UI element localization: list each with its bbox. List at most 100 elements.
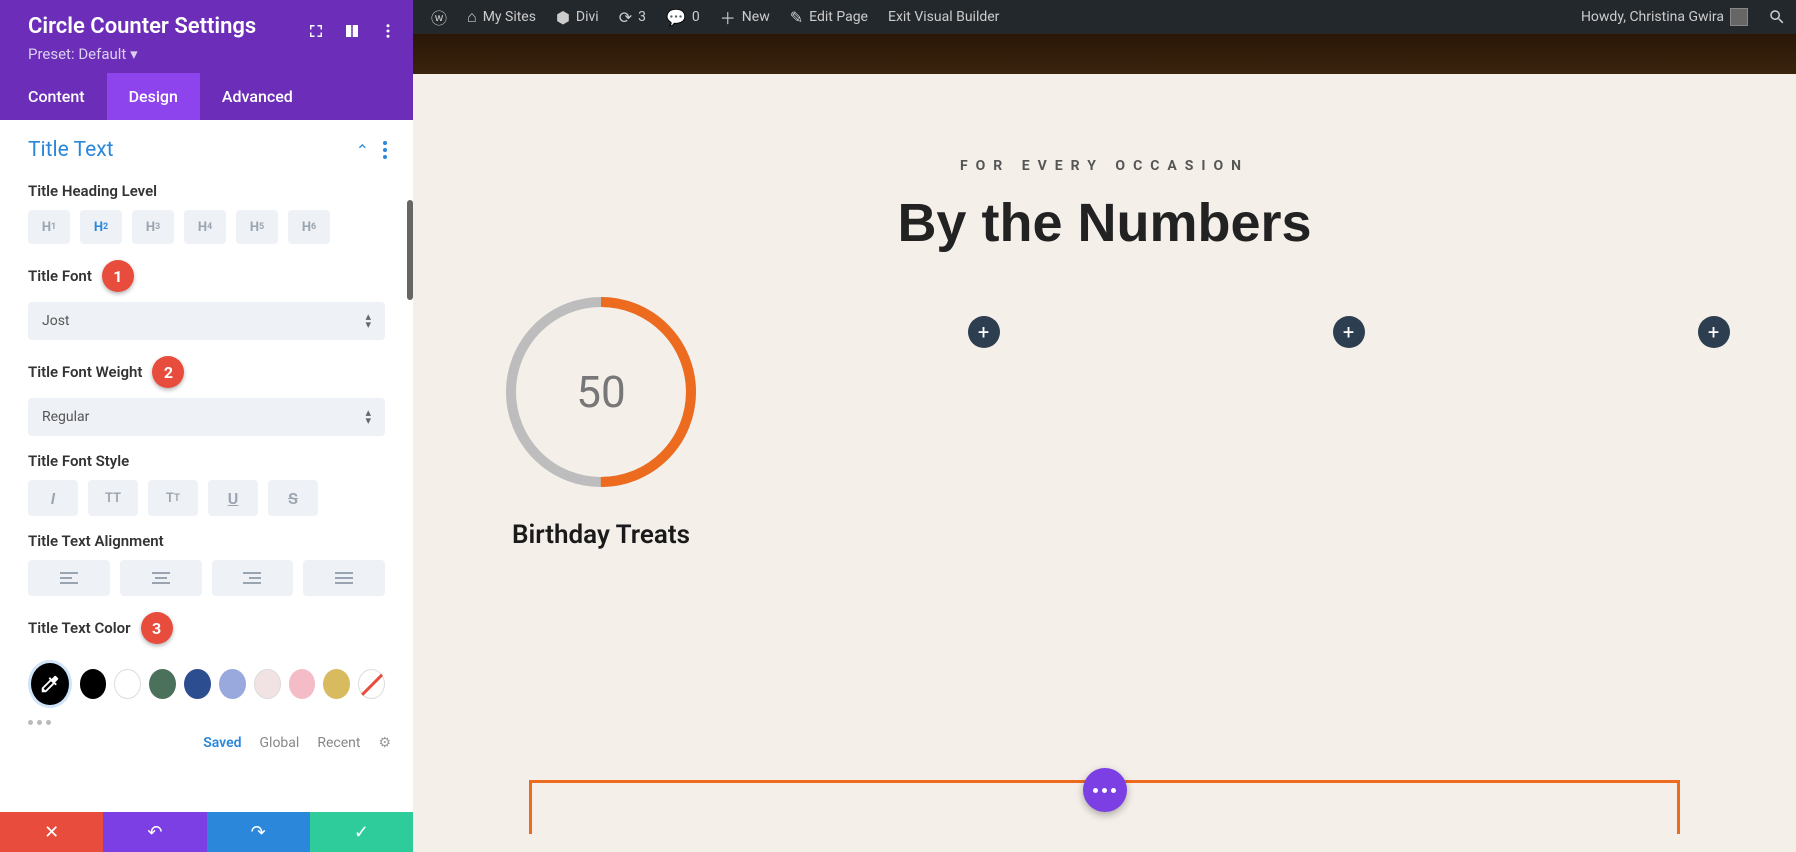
comments-link[interactable]: 💬0 [656,0,710,34]
add-module-button[interactable]: + [1333,316,1365,348]
heading-h4[interactable]: H4 [184,210,226,244]
color-swatch-blush[interactable] [254,669,281,699]
comments-count: 0 [692,9,700,25]
sidebar-header: Circle Counter Settings Preset: Default … [0,0,413,73]
color-swatch-black[interactable] [80,669,107,699]
align-right[interactable] [212,560,294,596]
settings-body: Title Text ⌃ Title Heading Level H1 H2 H… [0,120,413,812]
heading-h5[interactable]: H5 [236,210,278,244]
chevron-down-icon: ▾ [130,45,138,63]
title-font-value: Jost [42,313,70,329]
color-swatch-pink[interactable] [289,669,316,699]
color-swatch-green[interactable] [149,669,176,699]
color-swatch-white[interactable] [114,669,141,699]
undo-button[interactable]: ↶ [103,812,206,852]
heading-level-label: Title Heading Level [28,182,385,200]
color-swatch-navy[interactable] [184,669,211,699]
collapse-icon[interactable]: ⌃ [356,141,369,160]
color-swatch-none[interactable] [358,669,385,699]
tab-content[interactable]: Content [0,73,107,120]
divi-label: Divi [576,9,599,25]
style-underline[interactable]: U [208,480,258,516]
section-title-text[interactable]: Title Text [28,138,356,162]
preview-title: By the Numbers [413,192,1796,254]
title-font-weight-select[interactable]: Regular ▴▾ [28,398,385,436]
title-text-align-label: Title Text Alignment [28,532,385,550]
color-picker-eyedropper[interactable] [28,660,72,708]
tab-design[interactable]: Design [107,73,200,120]
updates-count: 3 [638,9,646,25]
exit-vb-label: Exit Visual Builder [888,9,999,25]
circle-counter-module[interactable]: 50 Birthday Treats [501,292,701,550]
divi-icon: ⬢ [556,8,570,27]
comment-icon: 💬 [666,8,686,27]
search-icon [1768,8,1786,26]
footer-global[interactable]: Global [260,735,300,751]
avatar [1730,8,1748,26]
wp-logo[interactable]: ⓦ [421,0,457,34]
save-button[interactable]: ✓ [310,812,413,852]
style-strikethrough[interactable]: S [268,480,318,516]
heading-h2[interactable]: H2 [80,210,122,244]
admin-search[interactable] [1766,8,1788,26]
style-italic[interactable]: I [28,480,78,516]
preview-subtitle: FOR EVERY OCCASION [413,158,1796,174]
add-module-button[interactable]: + [968,316,1000,348]
annotation-1: 1 [102,260,134,292]
section-more-icon[interactable] [383,141,387,159]
updates-link[interactable]: ⟳3 [609,0,656,34]
sidebar-action-bar: ✕ ↶ ↷ ✓ [0,812,413,852]
align-justify[interactable] [303,560,385,596]
pencil-icon: ✎ [790,8,803,27]
exit-vb-link[interactable]: Exit Visual Builder [878,0,1009,34]
heading-h6[interactable]: H6 [288,210,330,244]
title-font-select[interactable]: Jost ▴▾ [28,302,385,340]
wordpress-icon: ⓦ [431,5,447,29]
title-font-style-label: Title Font Style [28,452,385,470]
more-options-icon[interactable] [0,714,413,725]
plus-icon: ＋ [720,5,736,29]
heading-h1[interactable]: H1 [28,210,70,244]
updates-icon: ⟳ [619,8,632,27]
footer-gear-icon[interactable]: ⚙ [378,735,391,751]
page-banner [413,34,1796,74]
align-left[interactable] [28,560,110,596]
add-module-button[interactable]: + [1698,316,1730,348]
new-link[interactable]: ＋New [710,0,780,34]
footer-recent[interactable]: Recent [317,735,360,751]
howdy-label: Howdy, Christina Gwira [1581,9,1724,25]
edit-page-label: Edit Page [809,9,868,25]
wp-admin-bar: ⓦ ⌂My Sites ⬢Divi ⟳3 💬0 ＋New ✎Edit Page … [413,0,1796,34]
my-sites-link[interactable]: ⌂ My Sites [457,0,546,34]
title-font-weight-label: Title Font Weight [28,363,142,381]
tab-advanced[interactable]: Advanced [200,73,315,120]
title-font-label: Title Font [28,267,92,285]
select-arrows-icon: ▴▾ [365,313,371,329]
color-swatch-periwinkle[interactable] [219,669,246,699]
select-arrows-icon: ▴▾ [365,409,371,425]
close-button[interactable]: ✕ [0,812,103,852]
columns-icon[interactable] [343,22,361,40]
howdy-user[interactable]: Howdy, Christina Gwira [1571,0,1758,34]
style-smallcaps[interactable]: TT [148,480,198,516]
more-icon[interactable] [379,22,397,40]
settings-sidebar: Circle Counter Settings Preset: Default … [0,0,413,852]
edit-page-link[interactable]: ✎ Edit Page [780,0,878,34]
expand-icon[interactable] [307,22,325,40]
redo-button[interactable]: ↷ [207,812,310,852]
my-sites-label: My Sites [483,9,536,25]
settings-tabs: Content Design Advanced [0,73,413,120]
style-uppercase[interactable]: TT [88,480,138,516]
annotation-3: 3 [141,612,173,644]
title-text-color-label: Title Text Color [28,619,131,637]
footer-saved[interactable]: Saved [203,735,241,751]
divi-link[interactable]: ⬢ Divi [546,0,609,34]
heading-h3[interactable]: H3 [132,210,174,244]
color-swatch-gold[interactable] [323,669,350,699]
sites-icon: ⌂ [467,7,477,27]
title-font-weight-value: Regular [42,409,89,425]
preset-dropdown[interactable]: Preset: Default ▾ [28,45,397,63]
align-center[interactable] [120,560,202,596]
page-preview: FOR EVERY OCCASION By the Numbers 50 Bir… [413,74,1796,852]
section-menu-fab[interactable] [1083,768,1127,812]
